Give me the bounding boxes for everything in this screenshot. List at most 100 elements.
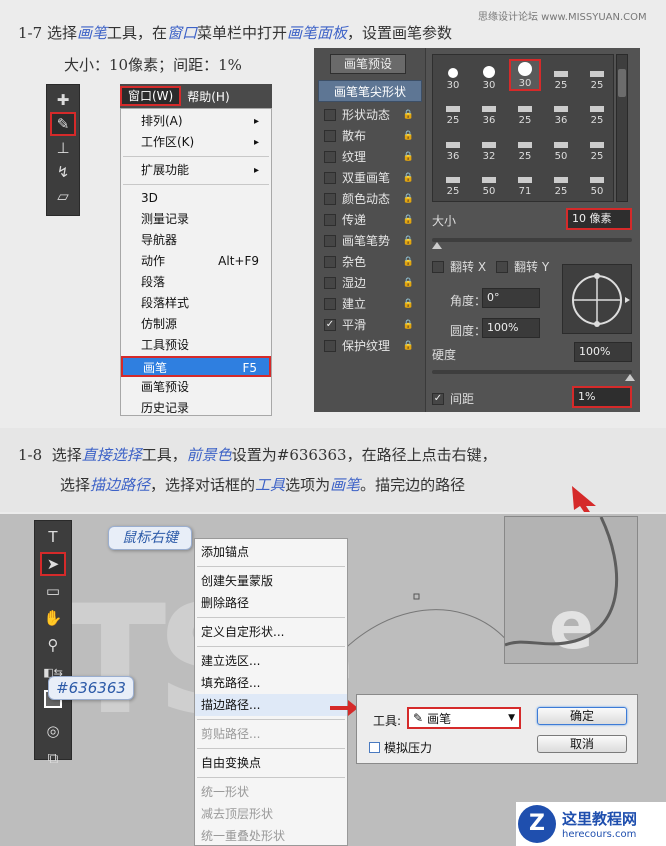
spacing-field[interactable]: 1% <box>572 386 632 408</box>
history-brush-icon[interactable]: ↯ <box>50 160 76 184</box>
lock-icon[interactable]: 🔒 <box>403 110 414 120</box>
lock-icon[interactable]: 🔒 <box>403 173 414 183</box>
window-menu-item[interactable]: 工具预设 <box>121 335 271 356</box>
menu-window[interactable]: 窗口(W) <box>120 86 182 106</box>
ok-button[interactable]: 确定 <box>537 707 627 725</box>
context-menu-item[interactable]: 添加锚点 <box>195 541 347 563</box>
flip-x[interactable]: 翻转 X <box>432 258 486 275</box>
roundness-field[interactable]: 100% <box>482 318 540 338</box>
eraser-icon[interactable]: ▱ <box>50 184 76 208</box>
brush-option-item[interactable]: 散布 🔒 <box>318 125 422 146</box>
checkbox[interactable] <box>324 192 336 205</box>
menu-help[interactable]: 帮助(H) <box>181 88 235 105</box>
checkbox[interactable] <box>369 742 380 753</box>
window-menu-item[interactable]: 排列(A) <box>121 111 271 132</box>
checkbox[interactable] <box>432 260 444 273</box>
brush-tip-cell[interactable]: 50 <box>581 165 613 197</box>
flip-y[interactable]: 翻转 Y <box>496 258 549 275</box>
brush-tip-cell[interactable]: 50 <box>545 130 577 162</box>
checkbox[interactable] <box>324 171 336 184</box>
hand-tool-icon[interactable]: ✋ <box>40 606 66 630</box>
lock-icon[interactable]: 🔒 <box>403 299 414 309</box>
brush-option-item[interactable]: 传递 🔒 <box>318 209 422 230</box>
brush-tip-cell[interactable]: 25 <box>581 130 613 162</box>
brush-tip-cell[interactable]: 71 <box>509 165 541 197</box>
window-menu-item[interactable]: 历史记录 <box>121 398 271 419</box>
lock-icon[interactable]: 🔒 <box>403 278 414 288</box>
lock-icon[interactable]: 🔒 <box>403 131 414 141</box>
brush-tip-cell[interactable]: 32 <box>473 130 505 162</box>
type-tool-icon[interactable]: T <box>40 525 66 549</box>
spacing-toggle[interactable]: ✓ 间距 <box>432 390 474 407</box>
window-menu-item[interactable]: 画笔 F5 <box>121 356 271 377</box>
brush-option-item[interactable]: 杂色 🔒 <box>318 251 422 272</box>
brush-tip-cell[interactable]: 36 <box>437 130 469 162</box>
zoom-tool-icon[interactable]: ⚲ <box>40 633 66 657</box>
brush-tip-cell[interactable]: 25 <box>581 94 613 126</box>
checkbox[interactable] <box>324 255 336 268</box>
brush-tip-cell[interactable]: 25 <box>509 94 541 126</box>
healing-brush-icon[interactable]: ✚ <box>50 88 76 112</box>
context-menu-item[interactable]: 定义自定形状... <box>195 621 347 643</box>
brush-option-item[interactable]: 形状动态 🔒 <box>318 104 422 125</box>
lock-icon[interactable]: 🔒 <box>403 341 414 351</box>
brush-option-item[interactable]: 湿边 🔒 <box>318 272 422 293</box>
window-menu-item[interactable]: 工作区(K) <box>121 132 271 153</box>
brush-option-item[interactable]: 颜色动态 🔒 <box>318 188 422 209</box>
clone-stamp-icon[interactable]: ⊥ <box>50 136 76 160</box>
window-menu-item[interactable]: 画笔预设 <box>121 377 271 398</box>
direct-selection-icon[interactable]: ➤ <box>40 552 66 576</box>
tool-select[interactable]: ✎ 画笔 ▼ <box>407 707 521 729</box>
window-menu-item[interactable]: 动作 Alt+F9 <box>121 251 271 272</box>
angle-roundness-widget[interactable] <box>562 264 632 334</box>
hardness-field[interactable]: 100% <box>574 342 632 362</box>
window-menu-item[interactable]: 段落样式 <box>121 293 271 314</box>
brush-option-item[interactable]: 保护纹理 🔒 <box>318 335 422 356</box>
size-field[interactable]: 10 像素 <box>566 208 632 230</box>
lock-icon[interactable]: 🔒 <box>403 257 414 267</box>
checkbox[interactable] <box>324 129 336 142</box>
brush-tip-cell[interactable]: 30 <box>437 59 469 91</box>
brush-tip-cell[interactable]: 50 <box>473 165 505 197</box>
angle-field[interactable]: 0° <box>482 288 540 308</box>
checkbox[interactable] <box>324 150 336 163</box>
context-menu-item[interactable]: 描边路径... <box>195 694 347 716</box>
window-menu-item[interactable]: 测量记录 <box>121 209 271 230</box>
checkbox[interactable] <box>324 297 336 310</box>
brush-tip-shape[interactable]: 画笔笔尖形状 <box>318 80 422 102</box>
brush-option-item[interactable]: 建立 🔒 <box>318 293 422 314</box>
lock-icon[interactable]: 🔒 <box>403 215 414 225</box>
size-slider-thumb[interactable] <box>432 242 442 249</box>
window-menu-item[interactable]: 段落 <box>121 272 271 293</box>
checkbox[interactable] <box>496 260 508 273</box>
window-menu-item[interactable]: 仿制源 <box>121 314 271 335</box>
context-menu-item[interactable]: 删除路径 <box>195 592 347 614</box>
checkbox-checked[interactable]: ✓ <box>432 392 444 405</box>
brush-tip-cell[interactable]: 25 <box>545 59 577 91</box>
context-menu-item[interactable]: 填充路径... <box>195 672 347 694</box>
window-menu-item[interactable]: 3D <box>121 188 271 209</box>
brush-tip-cell[interactable]: 25 <box>437 165 469 197</box>
brush-tip-cell[interactable]: 36 <box>473 94 505 126</box>
size-slider[interactable] <box>432 238 632 242</box>
context-menu-item[interactable]: 建立选区... <box>195 650 347 672</box>
brush-tool-icon[interactable]: ✎ <box>50 112 76 136</box>
brush-option-item[interactable]: ✓ 平滑 🔒 <box>318 314 422 335</box>
brush-tip-cell[interactable]: 36 <box>545 94 577 126</box>
brush-tip-cell[interactable]: 30 <box>509 59 541 91</box>
lock-icon[interactable]: 🔒 <box>403 152 414 162</box>
brush-preset-button[interactable]: 画笔预设 <box>330 54 406 74</box>
checkbox[interactable] <box>324 213 336 226</box>
brush-option-item[interactable]: 画笔笔势 🔒 <box>318 230 422 251</box>
checkbox[interactable] <box>324 339 336 352</box>
lock-icon[interactable]: 🔒 <box>403 236 414 246</box>
window-menu-item[interactable]: 扩展功能 <box>121 160 271 181</box>
hardness-slider[interactable] <box>432 370 632 374</box>
brush-grid-scrollbar[interactable] <box>616 54 628 202</box>
brush-tip-cell[interactable]: 25 <box>509 130 541 162</box>
quick-mask-icon[interactable]: ◎ <box>40 719 66 743</box>
brush-tip-cell[interactable]: 25 <box>581 59 613 91</box>
lock-icon[interactable]: 🔒 <box>403 320 414 330</box>
brush-tip-cell[interactable]: 30 <box>473 59 505 91</box>
screen-mode-icon[interactable]: ⧉ <box>40 746 66 770</box>
